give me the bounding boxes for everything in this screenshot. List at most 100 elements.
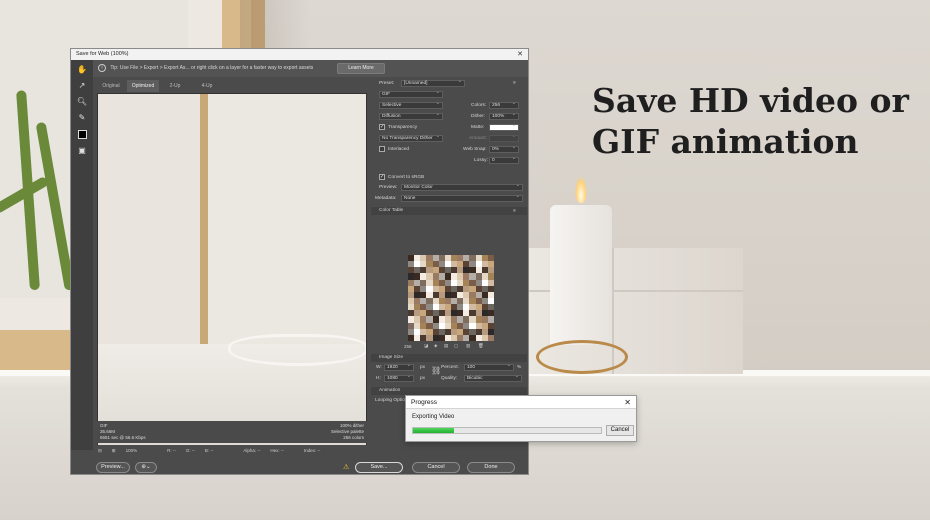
image-preview[interactable]: [97, 93, 367, 467]
percent-unit: %: [517, 365, 522, 370]
info-download-time: 6651 sec @ 56.6 Kbps: [100, 435, 146, 440]
matte-select[interactable]: [489, 123, 519, 131]
transparency-checkbox[interactable]: ✓: [379, 124, 385, 130]
web-shift-icon[interactable]: ◈: [434, 343, 437, 349]
new-color-icon[interactable]: ▥: [466, 343, 470, 349]
browser-preview-icon[interactable]: ⊛⌄: [135, 462, 157, 473]
learn-more-button[interactable]: Learn More: [337, 63, 385, 74]
format-select[interactable]: GIF: [379, 90, 443, 98]
width-input[interactable]: 1920: [384, 363, 414, 371]
progress-cancel-button[interactable]: Cancel: [606, 425, 634, 436]
dither-algorithm-select[interactable]: Diffusion: [379, 112, 443, 120]
animation-header: Animation: [371, 387, 527, 395]
zoom-out-icon[interactable]: ⊟: [98, 448, 102, 454]
close-icon[interactable]: ✕: [517, 49, 523, 60]
preview-select[interactable]: Monitor Color: [401, 183, 523, 191]
image-size-header: Image Size: [371, 354, 527, 362]
lossy-label: Lossy:: [474, 158, 488, 163]
preview-info: GIF 35.66M 6651 sec @ 56.6 Kbps 100% dit…: [97, 421, 367, 443]
quality-select[interactable]: Bicubic: [464, 374, 522, 382]
progress-dialog: Progress ✕ Exporting Video Cancel: [405, 395, 637, 442]
preview-row: Preview: Monitor Color: [371, 183, 527, 192]
dither-row: Diffusion Dither: 100%: [371, 112, 527, 121]
width-label: W:: [376, 365, 382, 370]
tab-4-up[interactable]: 4-Up: [191, 80, 223, 92]
colors-label: Colors:: [471, 103, 487, 108]
format-row: GIF: [371, 90, 527, 99]
interlaced-checkbox[interactable]: [379, 146, 385, 152]
slice-select-tool-icon[interactable]: ↗: [76, 80, 88, 92]
tab-optimized[interactable]: Optimized: [127, 80, 159, 92]
delete-color-icon[interactable]: 🗑︎: [478, 343, 484, 349]
quality-label: Quality:: [441, 376, 458, 381]
candle-flame: [575, 177, 587, 203]
preview-info-right: 100% dither Selective palette 256 colors: [331, 423, 364, 441]
done-button[interactable]: Done: [467, 462, 515, 473]
convert-srgb-label: Convert to sRGB: [388, 175, 425, 180]
info-icon: i: [98, 63, 106, 72]
alpha-readout: Alpha: --: [243, 448, 261, 453]
headline-line-1: Save HD video or: [592, 81, 909, 120]
metadata-select[interactable]: None: [401, 194, 523, 202]
index-readout: Index: --: [303, 448, 321, 453]
preview-button[interactable]: Preview...: [96, 462, 130, 473]
height-unit: px: [420, 376, 426, 381]
preview-frame: [98, 94, 208, 344]
color-table-menu-icon[interactable]: ≡: [513, 207, 516, 216]
window-title: Save for Web (100%): [76, 51, 129, 57]
add-color-icon[interactable]: ▢: [454, 343, 458, 349]
candle: [550, 205, 612, 345]
convert-srgb-checkbox[interactable]: ✓: [379, 174, 385, 180]
settings-panel: Preset: [Unnamed] ≡ GIF Selective Colors…: [371, 77, 527, 447]
transparency-dither-select[interactable]: No Transparency Dither: [379, 134, 443, 142]
eyedropper-color-swatch[interactable]: [77, 130, 87, 139]
lock-color-icon[interactable]: ▤: [444, 343, 448, 349]
colors-select[interactable]: 256: [489, 101, 519, 109]
tab-2-up[interactable]: 2-Up: [159, 80, 191, 92]
panel-menu-icon[interactable]: ≡: [513, 79, 516, 88]
metadata-row: Metadata: None: [371, 194, 527, 203]
cancel-button[interactable]: Cancel: [412, 462, 460, 473]
color-table[interactable]: [408, 255, 494, 341]
reduction-row: Selective Colors: 256: [371, 101, 527, 110]
headline-line-2: GIF animation: [592, 122, 859, 161]
preset-select[interactable]: [Unnamed]: [401, 79, 465, 87]
candle-holder: [536, 340, 628, 374]
preview-glasses: [228, 334, 366, 366]
save-button[interactable]: Save...: [355, 462, 403, 473]
info-colors: 256 colors: [343, 435, 364, 440]
zoom-in-icon[interactable]: ⊞: [112, 448, 116, 454]
zoom-tool-icon[interactable]: 🔍︎: [76, 96, 88, 108]
dither-select[interactable]: 100%: [489, 112, 519, 120]
reduction-select[interactable]: Selective: [379, 101, 443, 109]
websnap-select[interactable]: 0%: [489, 145, 519, 153]
height-input[interactable]: 1080: [384, 374, 414, 382]
close-icon[interactable]: ✕: [624, 396, 631, 409]
height-label: H:: [376, 376, 381, 381]
preview-label: Preview:: [379, 185, 398, 190]
headline: Save HD video or GIF animation: [592, 80, 912, 162]
color-table-header: Color Table: [371, 207, 527, 215]
zoom-select[interactable]: 100%: [126, 448, 138, 454]
b-readout: B: --: [204, 448, 214, 453]
eyedropper-tool-icon[interactable]: ✎: [76, 112, 88, 124]
amount-label: Amount:: [469, 136, 487, 141]
tip-bar: i Tip: Use File > Export > Export As... …: [93, 60, 528, 77]
lossy-select[interactable]: 0: [489, 156, 519, 164]
color-count: 256: [404, 344, 412, 349]
dither-label: Dither:: [471, 114, 486, 119]
tab-original[interactable]: Original: [95, 80, 127, 92]
lossy-row: Lossy: 0: [371, 156, 527, 165]
convert-srgb-row: ✓ Convert to sRGB: [371, 173, 527, 182]
percent-input[interactable]: 100: [464, 363, 514, 371]
toggle-slices-icon[interactable]: ▣: [76, 145, 88, 157]
map-color-icon[interactable]: ◪: [424, 343, 428, 349]
websnap-label: Web Snap:: [463, 147, 487, 152]
preset-label: Preset:: [379, 81, 395, 86]
progress-titlebar: Progress ✕: [406, 396, 636, 409]
status-bar: ⊟ ⊞ 100% R: -- G: -- B: -- Alpha: -- Hex…: [93, 445, 528, 474]
tip-text: Tip: Use File > Export > Export As... or…: [110, 65, 314, 71]
toolbar: ✋ ↗ 🔍︎ ✎ ▣: [71, 60, 93, 450]
palette-swatch[interactable]: [487, 334, 494, 341]
hand-tool-icon[interactable]: ✋: [76, 64, 88, 76]
